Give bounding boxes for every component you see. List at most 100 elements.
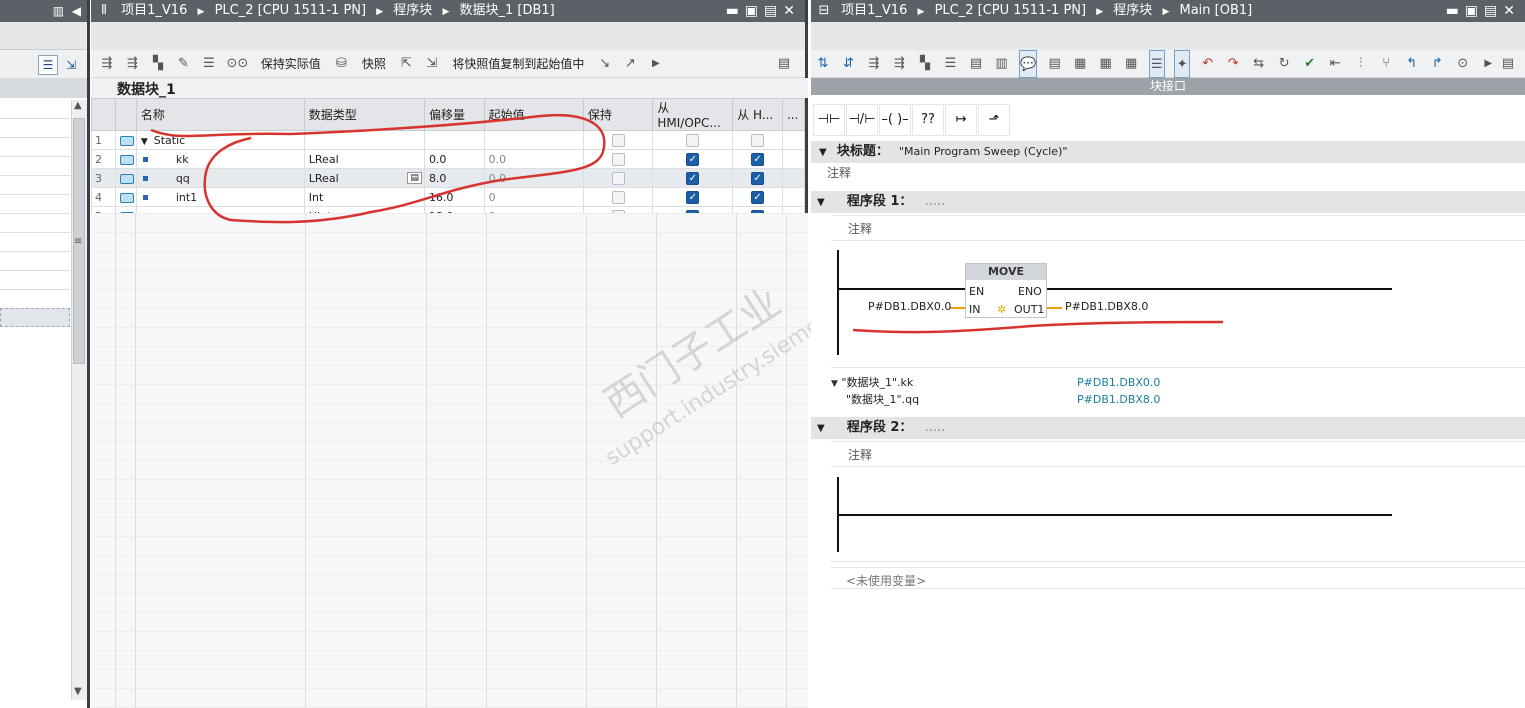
pin-icon[interactable]: ⦀ bbox=[91, 0, 117, 22]
split-icon[interactable]: ⫶ bbox=[1353, 50, 1369, 78]
close-all-icon[interactable]: ▥ bbox=[994, 50, 1010, 78]
next-error-icon[interactable]: ↷ bbox=[1225, 50, 1241, 78]
compare-icon[interactable]: ⇆ bbox=[1251, 50, 1267, 78]
restore-icon[interactable]: ▣ bbox=[745, 3, 764, 19]
left-row[interactable] bbox=[0, 100, 70, 119]
breadcrumb-item[interactable]: Main [OB1] bbox=[1180, 0, 1253, 22]
hmi-checkbox[interactable]: ✓ bbox=[652, 168, 734, 188]
breadcrumb-item[interactable]: 程序块 bbox=[393, 0, 432, 22]
tag-info-row[interactable]: ▼ "数据块_1".kk bbox=[831, 374, 913, 391]
edit-icon[interactable]: ✎ bbox=[176, 50, 192, 78]
nc-contact-button[interactable]: ⊣/⊢ bbox=[846, 104, 878, 136]
insert-network-icon[interactable]: ⇅ bbox=[815, 50, 831, 78]
copy-snapshot-button[interactable]: 将快照值复制到起始值中 bbox=[452, 50, 584, 78]
next-icon[interactable]: ↱ bbox=[1429, 50, 1445, 78]
keep-actual-button[interactable]: 保持实际值 bbox=[261, 50, 321, 78]
more-arrow-icon[interactable]: ▶ bbox=[1480, 50, 1496, 78]
left-row[interactable] bbox=[0, 214, 70, 233]
close-branch-button[interactable]: ⬏ bbox=[978, 104, 1010, 136]
window-icon[interactable]: ⊟ bbox=[811, 0, 837, 22]
block-interface-bar[interactable]: 块接口 bbox=[811, 78, 1525, 95]
window-controls[interactable]: ▬▣▤✕ bbox=[726, 0, 801, 22]
float-icon[interactable]: ▤ bbox=[764, 3, 783, 19]
insert-row-icon[interactable]: ⇶ bbox=[99, 50, 115, 78]
scroll-up-icon[interactable]: ▲ bbox=[74, 100, 82, 111]
close-icon[interactable]: ✕ bbox=[1503, 3, 1521, 19]
export-icon[interactable]: ⇲ bbox=[61, 55, 81, 75]
refresh-icon[interactable]: ↻ bbox=[1276, 50, 1292, 78]
left-row[interactable] bbox=[0, 290, 70, 309]
delete-network-icon[interactable]: ⇵ bbox=[841, 50, 857, 78]
in-operand[interactable]: P#DB1.DBX0.0 bbox=[868, 300, 951, 313]
network-2-comment[interactable]: 注释 bbox=[848, 446, 872, 463]
close-icon[interactable]: ✕ bbox=[783, 3, 801, 19]
list-icon[interactable]: ☰ bbox=[943, 50, 959, 78]
layout-icon[interactable]: ▤ bbox=[776, 50, 792, 78]
breadcrumb-item[interactable]: 项目1_V16 bbox=[841, 0, 907, 22]
h-checkbox[interactable] bbox=[732, 130, 783, 150]
minimize-icon[interactable]: ▬ bbox=[1446, 3, 1465, 19]
collapse-icon[interactable]: ▼ bbox=[817, 197, 825, 208]
indent-icon[interactable]: ☰ bbox=[201, 50, 217, 78]
breadcrumb-item[interactable]: PLC_2 [CPU 1511-1 PN] bbox=[935, 0, 1087, 22]
collapse-arrow-icon[interactable]: ◀ bbox=[72, 4, 81, 18]
out-operand[interactable]: P#DB1.DBX8.0 bbox=[1065, 300, 1148, 313]
coil-button[interactable]: –( )– bbox=[879, 104, 911, 136]
highlight-icon[interactable]: ✦ bbox=[1174, 50, 1191, 78]
restore-icon[interactable]: ▣ bbox=[1465, 3, 1484, 19]
minimize-icon[interactable]: ▬ bbox=[726, 3, 745, 19]
network-2-comment-box[interactable] bbox=[831, 441, 1525, 467]
snapshot-button[interactable]: 快照 bbox=[362, 50, 386, 78]
h-checkbox[interactable]: ✓ bbox=[732, 187, 783, 207]
h-checkbox[interactable]: ✓ bbox=[732, 168, 783, 188]
expand-icon[interactable]: ▚ bbox=[917, 50, 933, 78]
grip-icon[interactable]: ≡ bbox=[74, 236, 82, 247]
float-icon[interactable]: ▤ bbox=[1484, 3, 1503, 19]
open-branch-button[interactable]: ↦ bbox=[945, 104, 977, 136]
layout-icon[interactable]: ▤ bbox=[1500, 50, 1516, 78]
first-icon[interactable]: ⇤ bbox=[1327, 50, 1343, 78]
open-all-icon[interactable]: ▤ bbox=[968, 50, 984, 78]
no-contact-button[interactable]: ⊣⊢ bbox=[813, 104, 845, 136]
hmi-checkbox[interactable]: ✓ bbox=[652, 187, 734, 207]
network-1-comment-box[interactable] bbox=[831, 215, 1525, 241]
monitoring-glasses-icon[interactable]: ⊙ bbox=[1455, 50, 1471, 78]
left-row[interactable] bbox=[0, 252, 70, 271]
network-1-header[interactable]: ▼ 程序段 1： ..... bbox=[811, 191, 1525, 213]
breadcrumb-item[interactable]: 项目1_V16 bbox=[121, 0, 187, 22]
left-row[interactable] bbox=[0, 176, 70, 195]
breadcrumb-item[interactable]: PLC_2 [CPU 1511-1 PN] bbox=[215, 0, 367, 22]
breadcrumb-item[interactable]: 数据块_1 [DB1] bbox=[460, 0, 555, 22]
network-1-comment[interactable]: 注释 bbox=[848, 220, 872, 237]
download-icon[interactable]: ↘ bbox=[597, 50, 613, 78]
list-view-icon[interactable]: ☰ bbox=[38, 55, 58, 75]
empty-box-button[interactable]: ?? bbox=[912, 104, 944, 136]
breadcrumb-item[interactable]: 程序块 bbox=[1113, 0, 1152, 22]
left-row[interactable] bbox=[0, 138, 70, 157]
h-checkbox[interactable]: ✓ bbox=[732, 149, 783, 169]
favorites-icon[interactable]: ▤ bbox=[1047, 50, 1063, 78]
add-row-icon[interactable]: ⇶ bbox=[125, 50, 141, 78]
more-arrow-icon[interactable]: ▶ bbox=[648, 50, 664, 78]
expand-icon[interactable]: ▚ bbox=[150, 50, 166, 78]
network-1-title[interactable]: ..... bbox=[925, 194, 946, 209]
comment-icon[interactable]: 💬 bbox=[1019, 50, 1038, 78]
left-row[interactable] bbox=[0, 119, 70, 138]
absolute-icon[interactable]: ▦ bbox=[1123, 50, 1139, 78]
col-header-hmi[interactable]: 从 HMI/OPC... bbox=[652, 98, 734, 131]
left-row[interactable] bbox=[0, 233, 70, 252]
hmi-checkbox[interactable]: ✓ bbox=[652, 149, 734, 169]
out-add-icon[interactable]: ✲ bbox=[997, 303, 1006, 316]
block-title-row[interactable]: ▼ 块标题： "Main Program Sweep (Cycle)" bbox=[811, 141, 1525, 163]
download-check-icon[interactable]: ✔ bbox=[1302, 50, 1318, 78]
network-2-title[interactable]: ..... bbox=[925, 420, 946, 435]
block-comment[interactable]: 注释 bbox=[827, 164, 851, 181]
snapshot-save-icon[interactable]: ⇲ bbox=[424, 50, 440, 78]
hmi-checkbox[interactable] bbox=[652, 130, 734, 150]
collapse-icon[interactable]: ▼ bbox=[817, 423, 825, 434]
add-row-icon[interactable]: ⇶ bbox=[892, 50, 908, 78]
scroll-down-icon[interactable]: ▼ bbox=[74, 686, 82, 697]
col-header-more[interactable]: ... bbox=[781, 98, 806, 131]
upload-icon[interactable]: ↗ bbox=[622, 50, 638, 78]
left-row[interactable] bbox=[0, 271, 70, 290]
